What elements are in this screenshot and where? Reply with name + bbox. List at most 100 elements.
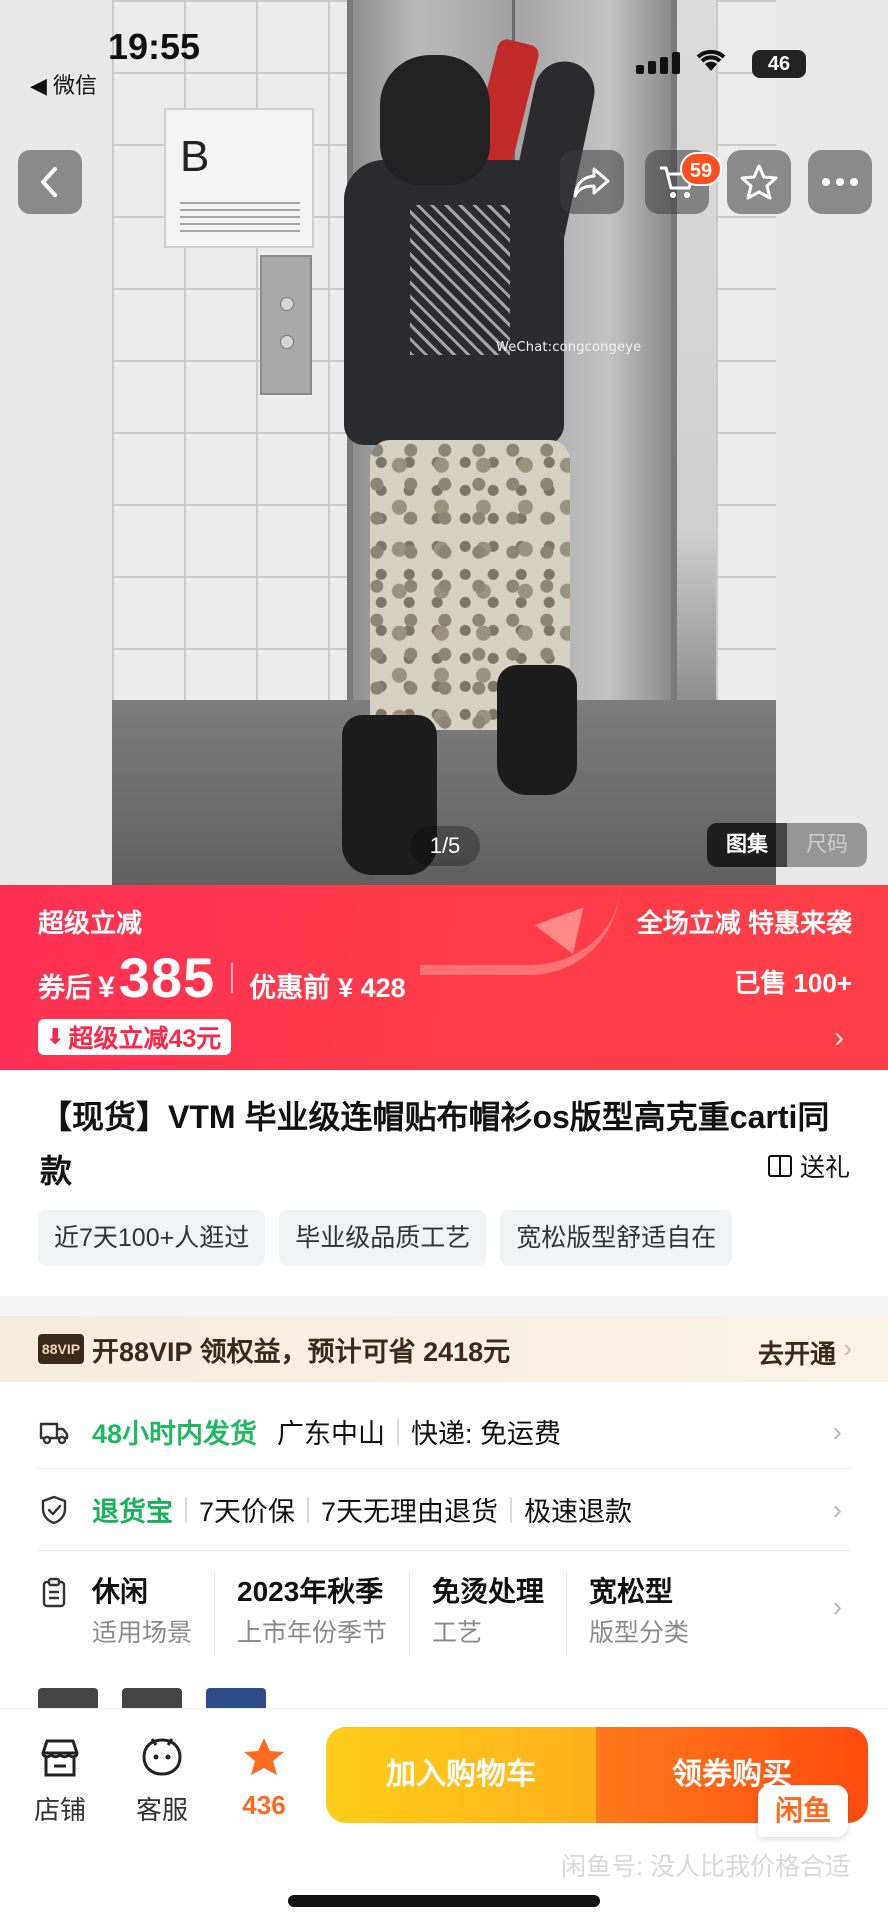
status-bar: 19:55 ◀ 微信 46 xyxy=(0,0,888,100)
attribute-item: 2023年秋季 上市年份季节 xyxy=(237,1573,411,1655)
discount-tag: ⬇ 超级立减43元 xyxy=(38,1019,232,1055)
favorite-count: 436 xyxy=(242,1790,286,1820)
peek-thumb xyxy=(206,1688,266,1708)
gift-icon xyxy=(767,1155,792,1177)
separator xyxy=(397,1418,400,1445)
final-price: 385 xyxy=(118,946,216,1009)
bottom-action-bar: 店铺 客服 436 加入购物车 领券购买 闲鱼 闲鱼号: 没人比我价格合适 xyxy=(0,1708,888,1920)
product-photo[interactable]: B WeChat:congcongeye xyxy=(112,0,776,885)
price-row: 券后 ¥ 385 优惠前 ¥ 428 xyxy=(38,945,406,1010)
truck-icon xyxy=(39,1422,69,1444)
sign-letter: B xyxy=(180,132,210,181)
attribute-key: 适用场景 xyxy=(92,1619,193,1647)
separator xyxy=(185,1496,187,1523)
home-indicator[interactable] xyxy=(288,1895,600,1907)
clipboard-icon xyxy=(42,1577,66,1608)
gift-label: 送礼 xyxy=(799,1154,850,1182)
attribute-value: 休闲 xyxy=(92,1576,149,1607)
gallery-toggle[interactable]: 图集 尺码 xyxy=(707,823,867,867)
back-to-app-link[interactable]: ◀ 微信 xyxy=(30,68,97,100)
ship-delivery: 快递: 免运费 xyxy=(411,1419,562,1449)
product-image-gallery[interactable]: B WeChat:congcongeye 19:55 ◀ 微信 46 59 1/… xyxy=(0,0,888,885)
image-counter: 1/5 xyxy=(410,826,480,866)
price-before-value: ¥ 428 xyxy=(338,973,406,1003)
attribute-key: 工艺 xyxy=(432,1619,483,1647)
favorite-button[interactable] xyxy=(727,150,791,214)
peek-thumb xyxy=(38,1688,98,1708)
discount-tag-label: 超级立减43元 xyxy=(68,1025,222,1053)
signal-icon xyxy=(636,52,684,74)
star-filled-icon xyxy=(244,1738,284,1775)
price-prefix: 券后 xyxy=(38,973,92,1003)
shipping-row[interactable]: 48小时内发货 广东中山 快递: 免运费 › xyxy=(38,1395,850,1469)
highlight-chips: 近7天100+人逛过 毕业级品质工艺 宽松版型舒适自在 xyxy=(38,1210,733,1266)
service-label: 客服 xyxy=(135,1795,188,1825)
vip-badge: 88VIP xyxy=(38,1334,84,1364)
vip-open-link[interactable]: 去开通 xyxy=(758,1334,836,1371)
tab-size[interactable]: 尺码 xyxy=(787,823,867,867)
gift-button[interactable]: 送礼 xyxy=(767,1148,850,1184)
store-icon xyxy=(41,1739,79,1777)
ship-location: 广东中山 xyxy=(277,1419,386,1449)
photo-hoodie-print xyxy=(410,205,510,355)
highlight-chip: 宽松版型舒适自在 xyxy=(500,1210,733,1266)
return-item: 极速退款 xyxy=(524,1497,633,1527)
attribute-key: 版型分类 xyxy=(589,1619,690,1647)
share-button[interactable] xyxy=(560,150,624,214)
promo-title: 超级立减 xyxy=(38,908,143,938)
photo-boot-right xyxy=(497,665,577,795)
shop-tab[interactable]: 店铺 xyxy=(20,1735,100,1827)
arrow-down-icon: ⬇ xyxy=(46,1024,65,1049)
chevron-right-icon: › xyxy=(832,1591,842,1622)
tab-gallery[interactable]: 图集 xyxy=(707,823,787,867)
status-time: 19:55 xyxy=(108,26,201,67)
wifi-icon xyxy=(694,46,728,78)
promo-banner[interactable]: 超级立减 券后 ¥ 385 优惠前 ¥ 428 全场立减 特惠来袭 已售 100… xyxy=(0,885,888,1070)
xianyu-watermark: 闲鱼号: 没人比我价格合适 xyxy=(561,1853,850,1881)
chevron-right-icon: › xyxy=(832,1493,842,1525)
photo-call-panel xyxy=(260,255,312,395)
battery-icon: 46 xyxy=(752,50,806,78)
attribute-item: 宽松型 版型分类 xyxy=(589,1573,711,1655)
highlight-chip: 毕业级品质工艺 xyxy=(279,1210,487,1266)
attribute-value: 2023年秋季 xyxy=(237,1576,384,1607)
return-item: 7天价保 xyxy=(199,1497,296,1527)
vip-banner[interactable]: 88VIP 开88VIP 领权益，预计可省 2418元 去开通 › xyxy=(0,1316,888,1382)
star-outline-icon xyxy=(740,164,778,200)
attribute-value: 宽松型 xyxy=(589,1576,674,1607)
attribute-key: 上市年份季节 xyxy=(237,1619,388,1647)
attribute-item: 免烫处理 工艺 xyxy=(432,1573,568,1655)
share-icon xyxy=(573,167,610,198)
attributes-row[interactable]: 休闲 适用场景 2023年秋季 上市年份季节 免烫处理 工艺 宽松型 版型分类 … xyxy=(38,1551,850,1671)
add-to-cart-button[interactable]: 加入购物车 xyxy=(326,1727,596,1823)
favorite-count-tab[interactable]: 436 xyxy=(224,1735,304,1821)
chat-face-icon xyxy=(142,1738,182,1776)
ship-time: 48小时内发货 xyxy=(92,1419,258,1449)
sold-count: 已售 100+ xyxy=(734,968,852,998)
chevron-right-icon: › xyxy=(843,1333,852,1363)
separator xyxy=(307,1496,310,1523)
more-button[interactable] xyxy=(808,150,872,214)
returns-row[interactable]: 退货宝 7天价保 7天无理由退货 极速退款 › xyxy=(38,1469,850,1551)
currency-symbol: ¥ xyxy=(98,971,115,1004)
return-item: 7天无理由退货 xyxy=(321,1497,499,1527)
panel-button xyxy=(280,335,294,349)
highlight-chip: 近7天100+人逛过 xyxy=(38,1210,266,1266)
panel-button xyxy=(280,297,294,311)
next-section-peek xyxy=(38,1688,266,1708)
more-dots-icon xyxy=(822,178,858,186)
chevron-right-icon: › xyxy=(832,1415,842,1447)
back-button[interactable] xyxy=(18,150,82,214)
photo-wall-tiles-right xyxy=(716,0,776,780)
product-title: 【现货】VTM 毕业级连帽贴布帽衫os版型高克重carti同款 xyxy=(40,1099,830,1189)
chevron-right-icon[interactable]: › xyxy=(834,1021,844,1055)
attribute-value: 免烫处理 xyxy=(432,1576,545,1607)
price-divider xyxy=(231,962,234,993)
cart-count-badge: 59 xyxy=(680,152,722,186)
xianyu-logo: 闲鱼 xyxy=(758,1785,848,1837)
photo-floor-sign: B xyxy=(164,108,314,248)
shop-label: 店铺 xyxy=(33,1795,86,1825)
vip-text: 开88VIP 领权益，预计可省 2418元 xyxy=(92,1336,511,1367)
shield-check-icon xyxy=(41,1495,67,1524)
service-tab[interactable]: 客服 xyxy=(122,1735,202,1827)
